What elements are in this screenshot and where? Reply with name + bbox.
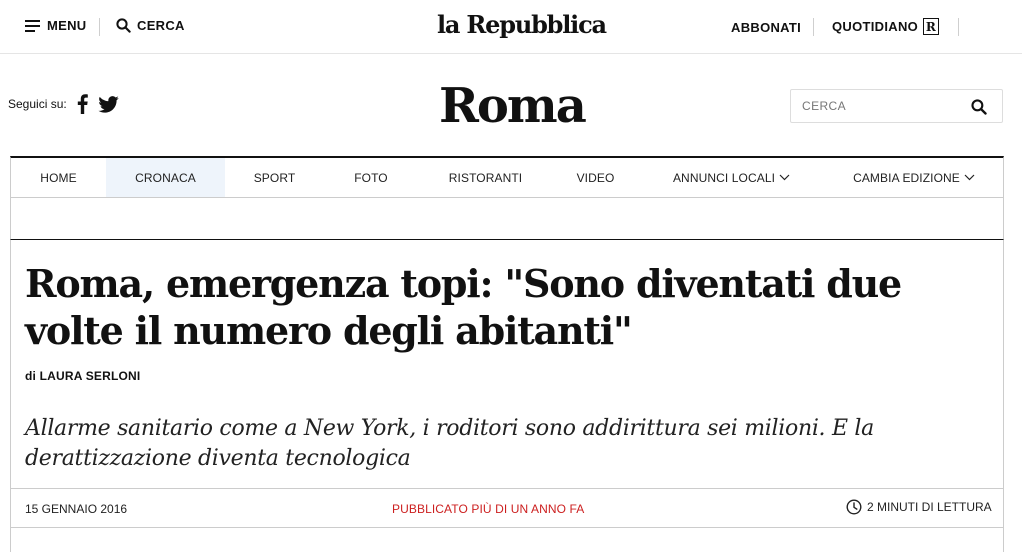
search-icon (116, 18, 131, 33)
nav-item-foto[interactable]: FOTO (324, 158, 418, 197)
divider (813, 18, 814, 36)
hamburger-icon (25, 19, 40, 32)
nav-label: ANNUNCI LOCALI (672, 170, 776, 185)
search-label: CERCA (137, 18, 185, 33)
nav-item-video[interactable]: VIDEO (553, 158, 638, 197)
author-link[interactable]: LAURA SERLONI (40, 369, 141, 383)
search-button[interactable]: CERCA (116, 18, 185, 33)
section-title[interactable]: Roma (439, 78, 587, 134)
article: Roma, emergenza topi: "Sono diventati du… (10, 239, 1004, 552)
clock-icon (846, 499, 862, 515)
social-follow: Seguici su: (8, 94, 119, 114)
nav-item-annunci-locali[interactable]: ANNUNCI LOCALI (638, 158, 825, 197)
nav-label: FOTO (354, 170, 388, 185)
top-bar: MENU CERCA la Repubblica ABBONATI QUOTID… (0, 0, 1022, 54)
menu-button[interactable]: MENU (25, 18, 86, 33)
repubblica-r-icon: R (923, 18, 940, 35)
follow-label: Seguici su: (8, 97, 67, 111)
byline-prefix: di (25, 369, 37, 383)
nav-item-cronaca[interactable]: CRONACA (106, 158, 225, 197)
reading-time-label: 2 MINUTI DI LETTURA (867, 500, 992, 514)
article-meta-bar: 15 GENNAIO 2016 PUBBLICATO PIÙ DI UN ANN… (11, 488, 1003, 528)
article-headline: Roma, emergenza topi: "Sono diventati du… (25, 261, 902, 353)
nav-item-home[interactable]: HOME (11, 158, 106, 197)
nav-label: VIDEO (576, 170, 615, 185)
nav-label: RISTORANTI (448, 170, 523, 185)
daily-edition-label: QUOTIDIANO (832, 19, 919, 34)
search-input[interactable] (802, 99, 952, 113)
divider (958, 18, 959, 36)
daily-edition-link[interactable]: QUOTIDIANO R (832, 18, 940, 35)
site-logo[interactable]: la Repubblica (437, 10, 607, 39)
nav-item-sport[interactable]: SPORT (225, 158, 324, 197)
nav-item-cambia-edizione[interactable]: CAMBIA EDIZIONE (825, 158, 1003, 197)
ad-placeholder (10, 198, 1004, 239)
chevron-down-icon (964, 174, 975, 181)
article-byline: di LAURA SERLONI (25, 369, 140, 383)
article-summary: Allarme sanitario come a New York, i rod… (25, 416, 874, 471)
search-icon[interactable] (971, 99, 987, 115)
reading-time: 2 MINUTI DI LETTURA (846, 499, 992, 515)
nav-label: CAMBIA EDIZIONE (853, 170, 960, 185)
divider (99, 18, 100, 36)
publish-date: 15 GENNAIO 2016 (25, 502, 128, 516)
nav-item-ristoranti[interactable]: RISTORANTI (418, 158, 553, 197)
published-note: PUBBLICATO PIÙ DI UN ANNO FA (392, 502, 585, 516)
facebook-icon[interactable] (77, 94, 88, 114)
nav-label: CRONACA (135, 170, 196, 185)
menu-label: MENU (47, 18, 87, 33)
nav-label: SPORT (253, 170, 296, 185)
section-nav: HOME CRONACA SPORT FOTO RISTORANTI VIDEO… (10, 156, 1004, 198)
section-search (790, 89, 1003, 123)
twitter-icon[interactable] (98, 95, 119, 113)
nav-label: HOME (40, 170, 77, 185)
chevron-down-icon (779, 174, 790, 181)
subscribe-link[interactable]: ABBONATI (731, 20, 801, 35)
